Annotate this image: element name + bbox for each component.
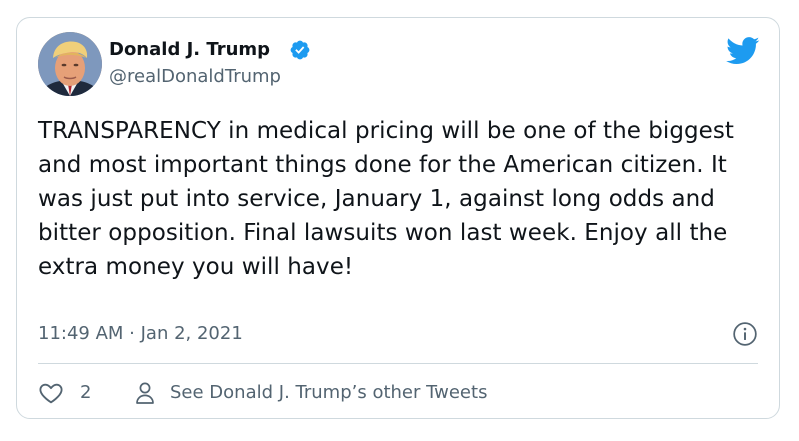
twitter-bird-icon[interactable] [726,37,760,65]
heart-icon [39,383,63,404]
person-icon [136,382,154,404]
avatar[interactable] [38,32,102,96]
divider [38,363,758,364]
see-other-tweets-label: See Donald J. Trump’s other Tweets [170,382,488,403]
tweet-card: Donald J. Trump @realDonaldTrump TRANSPA… [16,17,780,419]
like-count: 2 [80,382,92,403]
info-icon[interactable] [732,321,758,347]
author-handle[interactable]: @realDonaldTrump [109,65,281,89]
tweet-timestamp[interactable]: 11:49 AM · Jan 2, 2021 [38,322,243,346]
see-other-tweets-link[interactable]: See Donald J. Trump’s other Tweets [134,379,487,407]
verified-badge-icon [290,40,310,60]
avatar-portrait-icon [38,32,102,96]
tweet-text: TRANSPARENCY in medical pricing will be … [38,118,742,280]
like-button[interactable]: 2 [38,379,91,407]
author-name[interactable]: Donald J. Trump [109,38,270,62]
